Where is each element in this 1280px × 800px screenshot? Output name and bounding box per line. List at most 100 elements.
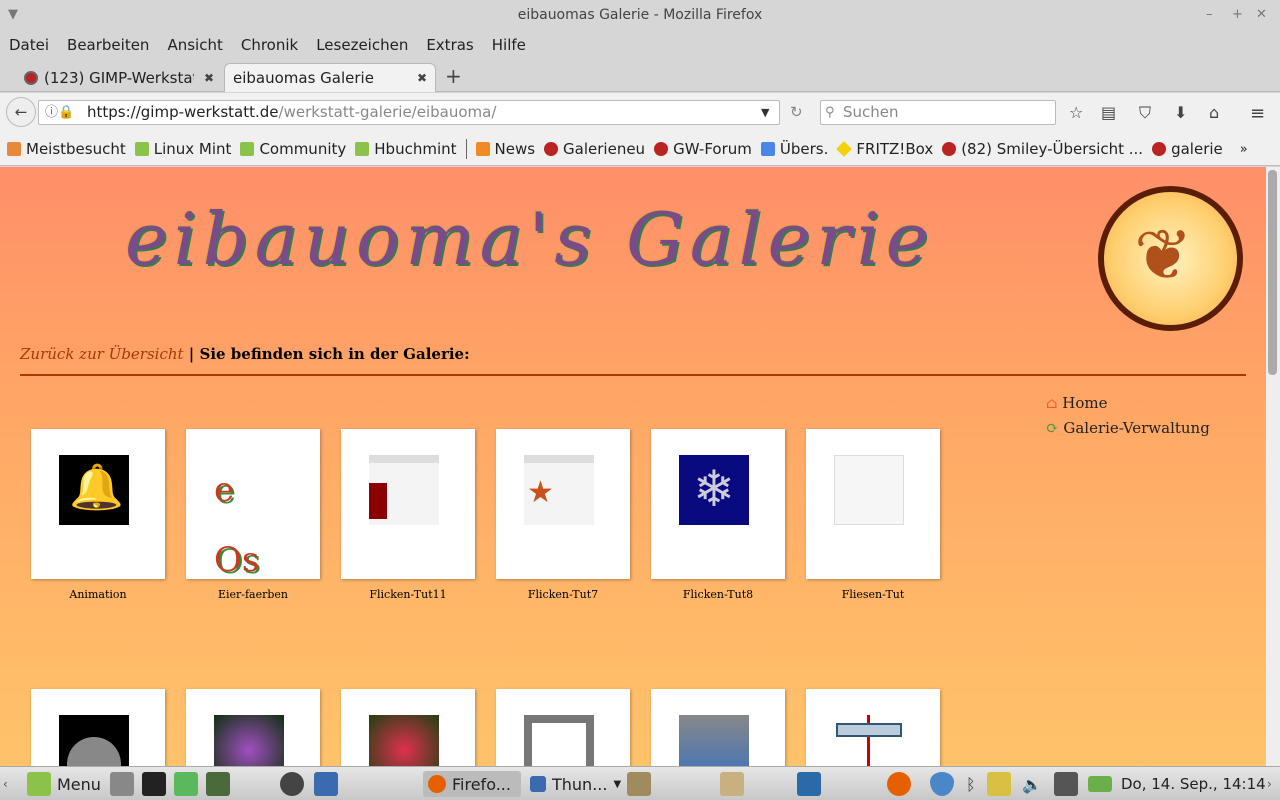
minimize-button[interactable]: – xyxy=(1206,0,1213,30)
bookmark-community[interactable]: Community xyxy=(240,140,346,158)
menu-bearbeiten[interactable]: Bearbeiten xyxy=(67,36,149,54)
power-launcher[interactable] xyxy=(280,771,304,797)
writer-window[interactable] xyxy=(797,771,821,797)
gallery-item[interactable] xyxy=(496,689,630,766)
gallery-caption[interactable]: Flicken-Tut7 xyxy=(496,588,630,601)
menu-chronik[interactable]: Chronik xyxy=(241,36,298,54)
reading-list-icon[interactable]: ▤ xyxy=(1101,103,1116,122)
scrollbar-thumb[interactable] xyxy=(1268,170,1277,375)
calc-launcher[interactable] xyxy=(174,771,198,797)
inkscape-window[interactable] xyxy=(720,771,744,797)
gallery-item[interactable] xyxy=(186,689,320,766)
start-menu-button[interactable]: Menu xyxy=(27,771,101,797)
bookmark-label: FRITZ!Box xyxy=(856,140,934,158)
gallery-caption[interactable]: Flicken-Tut11 xyxy=(341,588,475,601)
gallery-caption[interactable]: Animation xyxy=(31,588,165,601)
bookmark-linux-mint[interactable]: Linux Mint xyxy=(134,140,231,158)
mint-logo-icon xyxy=(27,772,51,796)
flower-thumbnail xyxy=(369,715,439,766)
bookmark-star-icon[interactable]: ☆ xyxy=(1069,103,1083,122)
more-bookmarks-chevron-icon[interactable]: » xyxy=(1240,142,1248,157)
url-dropdown-icon[interactable]: ▼ xyxy=(761,101,769,124)
mint-icon xyxy=(240,142,255,156)
menu-lesezeichen[interactable]: Lesezeichen xyxy=(316,36,408,54)
gallery-item-flicken-tut8[interactable]: ❄ xyxy=(651,429,785,579)
menu-hilfe[interactable]: Hilfe xyxy=(492,36,526,54)
display-tray[interactable] xyxy=(987,771,1011,797)
site-info-icon[interactable]: ⓘ🔒 xyxy=(45,101,74,124)
download-icon[interactable]: ⬇ xyxy=(1174,103,1187,122)
close-tab-icon[interactable]: ✖ xyxy=(204,71,214,85)
gallery-caption[interactable]: Eier-faerben xyxy=(186,588,320,601)
back-button[interactable]: ← xyxy=(6,97,36,127)
home-icon[interactable]: ⌂ xyxy=(1209,103,1219,122)
bookmark-hbuchmint[interactable]: Hbuchmint xyxy=(355,140,457,158)
menu-label: Menu xyxy=(57,774,101,794)
search-input[interactable]: ⚲ Suchen xyxy=(820,100,1056,125)
maximize-button[interactable]: + xyxy=(1232,0,1243,30)
menu-extras[interactable]: Extras xyxy=(426,36,473,54)
panel-scroll-left-icon[interactable]: ‹ xyxy=(3,771,17,797)
close-button[interactable]: ✕ xyxy=(1256,0,1267,30)
gallery-item[interactable] xyxy=(341,689,475,766)
bookmark-meistbesucht[interactable]: Meistbesucht xyxy=(7,140,126,158)
volume-icon[interactable]: 🔈 xyxy=(1022,771,1042,797)
galerie-verwaltung-link[interactable]: ⟳ Galerie-Verwaltung xyxy=(1046,416,1210,441)
gimp-window[interactable] xyxy=(627,771,651,797)
window-menu-icon[interactable]: ▼ xyxy=(8,0,18,30)
url-host: https://gimp-werkstatt.de xyxy=(87,103,279,121)
taskbar-thunderbird-window[interactable]: Thun... ▼ xyxy=(530,771,621,797)
back-to-overview-link[interactable]: Zurück zur Übersicht xyxy=(20,345,184,363)
gallery-item-animation[interactable]: 🔔 xyxy=(31,429,165,579)
snowflake-thumbnail: ❄ xyxy=(679,455,749,525)
gallery-item[interactable] xyxy=(31,689,165,766)
battery-tray[interactable] xyxy=(1088,771,1112,797)
terminal-icon xyxy=(142,772,166,796)
menu-datei[interactable]: Datei xyxy=(9,36,49,54)
dropdown-icon: ▼ xyxy=(613,778,622,790)
window-launcher[interactable] xyxy=(206,771,230,797)
update-manager-tray[interactable] xyxy=(930,771,954,797)
tab-eibauomas-galerie[interactable]: eibauomas Galerie ✖ xyxy=(224,63,436,92)
terminal-launcher[interactable] xyxy=(142,771,166,797)
new-tab-button[interactable]: + xyxy=(445,64,462,88)
gallery-item-flicken-tut11[interactable] xyxy=(341,429,475,579)
reload-icon[interactable]: ↻ xyxy=(790,103,803,121)
bookmark-gw-forum[interactable]: GW-Forum xyxy=(654,140,752,158)
bookmark-label: Galerieneu xyxy=(563,140,646,158)
gallery-item-flicken-tut7[interactable]: ★ xyxy=(496,429,630,579)
gallery-item-fliesen-tut[interactable] xyxy=(806,429,940,579)
bookmark-galerie[interactable]: galerie xyxy=(1152,140,1223,158)
bluetooth-icon[interactable]: ᛒ xyxy=(966,771,976,797)
gallery-item[interactable] xyxy=(806,689,940,766)
bookmark-uebers[interactable]: Übers. xyxy=(760,140,828,158)
network-tray[interactable] xyxy=(1054,771,1078,797)
tab-gimp-werkstatt[interactable]: (123) GIMP-Werkstatt ✖ xyxy=(16,63,222,92)
taskbar-firefox-window[interactable]: Firefo... xyxy=(423,771,521,797)
menu-ansicht[interactable]: Ansicht xyxy=(167,36,222,54)
screenshot-thumbnail xyxy=(369,455,439,525)
tab-label: eibauomas Galerie xyxy=(233,69,374,87)
show-desktop-launcher[interactable] xyxy=(110,771,134,797)
bookmark-label: galerie xyxy=(1171,140,1223,158)
gallery-caption[interactable]: Flicken-Tut8 xyxy=(651,588,785,601)
url-bar[interactable]: ⓘ🔒 https://gimp-werkstatt.de/werkstatt-g… xyxy=(38,100,780,125)
gimp-favicon-icon xyxy=(24,70,38,85)
hamburger-menu-icon[interactable]: ≡ xyxy=(1250,103,1265,124)
panel-scroll-right-icon[interactable]: › xyxy=(1267,771,1272,797)
clock[interactable]: Do, 14. Sep., 14:14 xyxy=(1121,771,1266,797)
bookmark-galerieneu[interactable]: Galerieneu xyxy=(544,140,645,158)
home-link[interactable]: ⌂ Home xyxy=(1046,391,1210,416)
bookmark-smiley[interactable]: (82) Smiley-Übersicht ... xyxy=(942,140,1143,158)
separator xyxy=(465,139,467,159)
bookmark-news[interactable]: News xyxy=(475,140,535,158)
gallery-caption[interactable]: Fliesen-Tut xyxy=(806,588,940,601)
pocket-icon[interactable]: ⛉ xyxy=(1139,103,1151,123)
gallery-item-eier-faerben[interactable]: e Os xyxy=(186,429,320,580)
gallery-item[interactable] xyxy=(651,689,785,766)
firefox-tray[interactable] xyxy=(887,771,911,797)
thunderbird-launcher[interactable] xyxy=(314,771,338,797)
gimp-icon xyxy=(1152,142,1167,156)
close-tab-icon[interactable]: ✖ xyxy=(417,71,427,85)
bookmark-fritzbox[interactable]: FRITZ!Box xyxy=(836,140,934,158)
